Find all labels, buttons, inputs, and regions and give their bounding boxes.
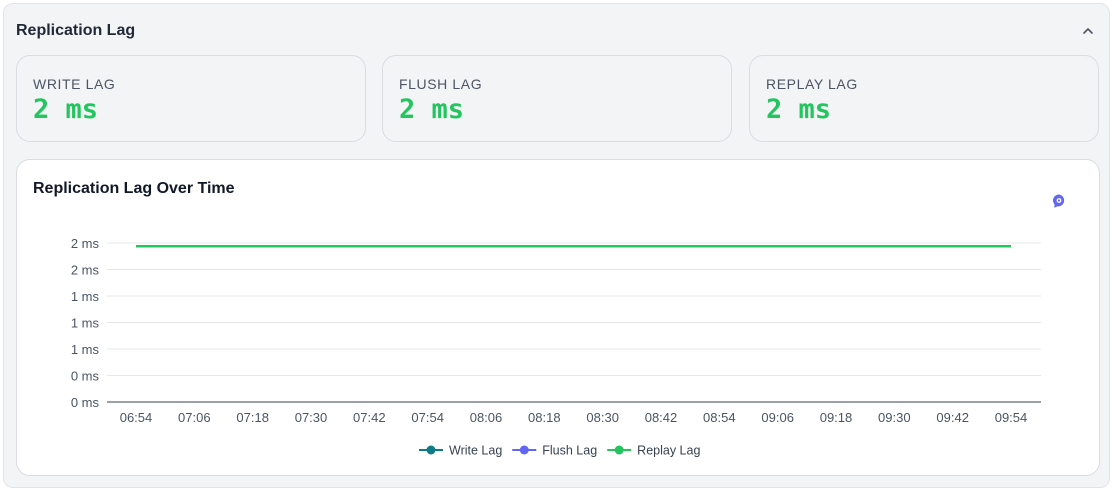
x-tick-label: 08:30 (586, 410, 619, 425)
line-chart: 0 ms 0 ms 1 ms 1 ms 1 ms 2 ms 2 ms 06:54 07:06 07… (71, 236, 1041, 458)
chevron-up-icon[interactable] (1079, 22, 1097, 40)
legend-marker (614, 445, 624, 455)
x-tick-label: 09:18 (820, 410, 853, 425)
stat-label: FLUSH LAG (399, 76, 483, 92)
x-tick-label: 07:30 (295, 410, 328, 425)
x-tick-label: 08:06 (470, 410, 503, 425)
x-tick-label: 08:18 (528, 410, 561, 425)
x-tick-label: 08:42 (645, 410, 678, 425)
legend-label: Flush Lag (542, 444, 597, 458)
stat-value: 2 ms (766, 94, 832, 125)
replication-lag-panel: Replication Lag WRITE LAG 2 ms FLUSH LAG… (3, 3, 1110, 488)
stat-value: 2 ms (399, 94, 465, 125)
x-tick-label: 09:30 (878, 410, 911, 425)
x-tick-label: 07:54 (411, 410, 444, 425)
y-tick-label: 0 ms (71, 369, 100, 384)
x-tick-label: 09:06 (761, 410, 794, 425)
x-tick-label: 09:54 (995, 410, 1028, 425)
x-tick-label: 07:42 (353, 410, 386, 425)
stat-label: WRITE LAG (33, 76, 116, 92)
panel-title: Replication Lag (16, 22, 136, 39)
write-lag-card: WRITE LAG 2 ms (16, 55, 366, 142)
stat-label: REPLAY LAG (766, 76, 858, 92)
y-tick-label: 0 ms (71, 395, 100, 410)
replay-lag-card: REPLAY LAG 2 ms (749, 55, 1099, 142)
chart-card: Replication Lag Over Time 0 ms 0 ms 1 ms 1 … (16, 159, 1100, 476)
x-tick-label: 07:06 (178, 410, 211, 425)
y-tick-label: 1 ms (71, 342, 100, 357)
x-tick-label: 09:42 (936, 410, 969, 425)
legend-marker (426, 445, 436, 455)
y-tick-label: 1 ms (71, 289, 100, 304)
y-tick-label: 2 ms (71, 263, 100, 278)
stat-value: 2 ms (33, 94, 99, 125)
y-tick-label: 2 ms (71, 236, 100, 251)
legend-label: Replay Lag (637, 444, 700, 458)
legend-marker (519, 445, 529, 455)
x-tick-label: 06:54 (120, 410, 153, 425)
y-tick-label: 1 ms (71, 316, 100, 331)
legend-label: Write Lag (449, 444, 502, 458)
flush-lag-card: FLUSH LAG 2 ms (382, 55, 732, 142)
x-tick-label: 07:18 (236, 410, 269, 425)
x-tick-label: 08:54 (703, 410, 736, 425)
